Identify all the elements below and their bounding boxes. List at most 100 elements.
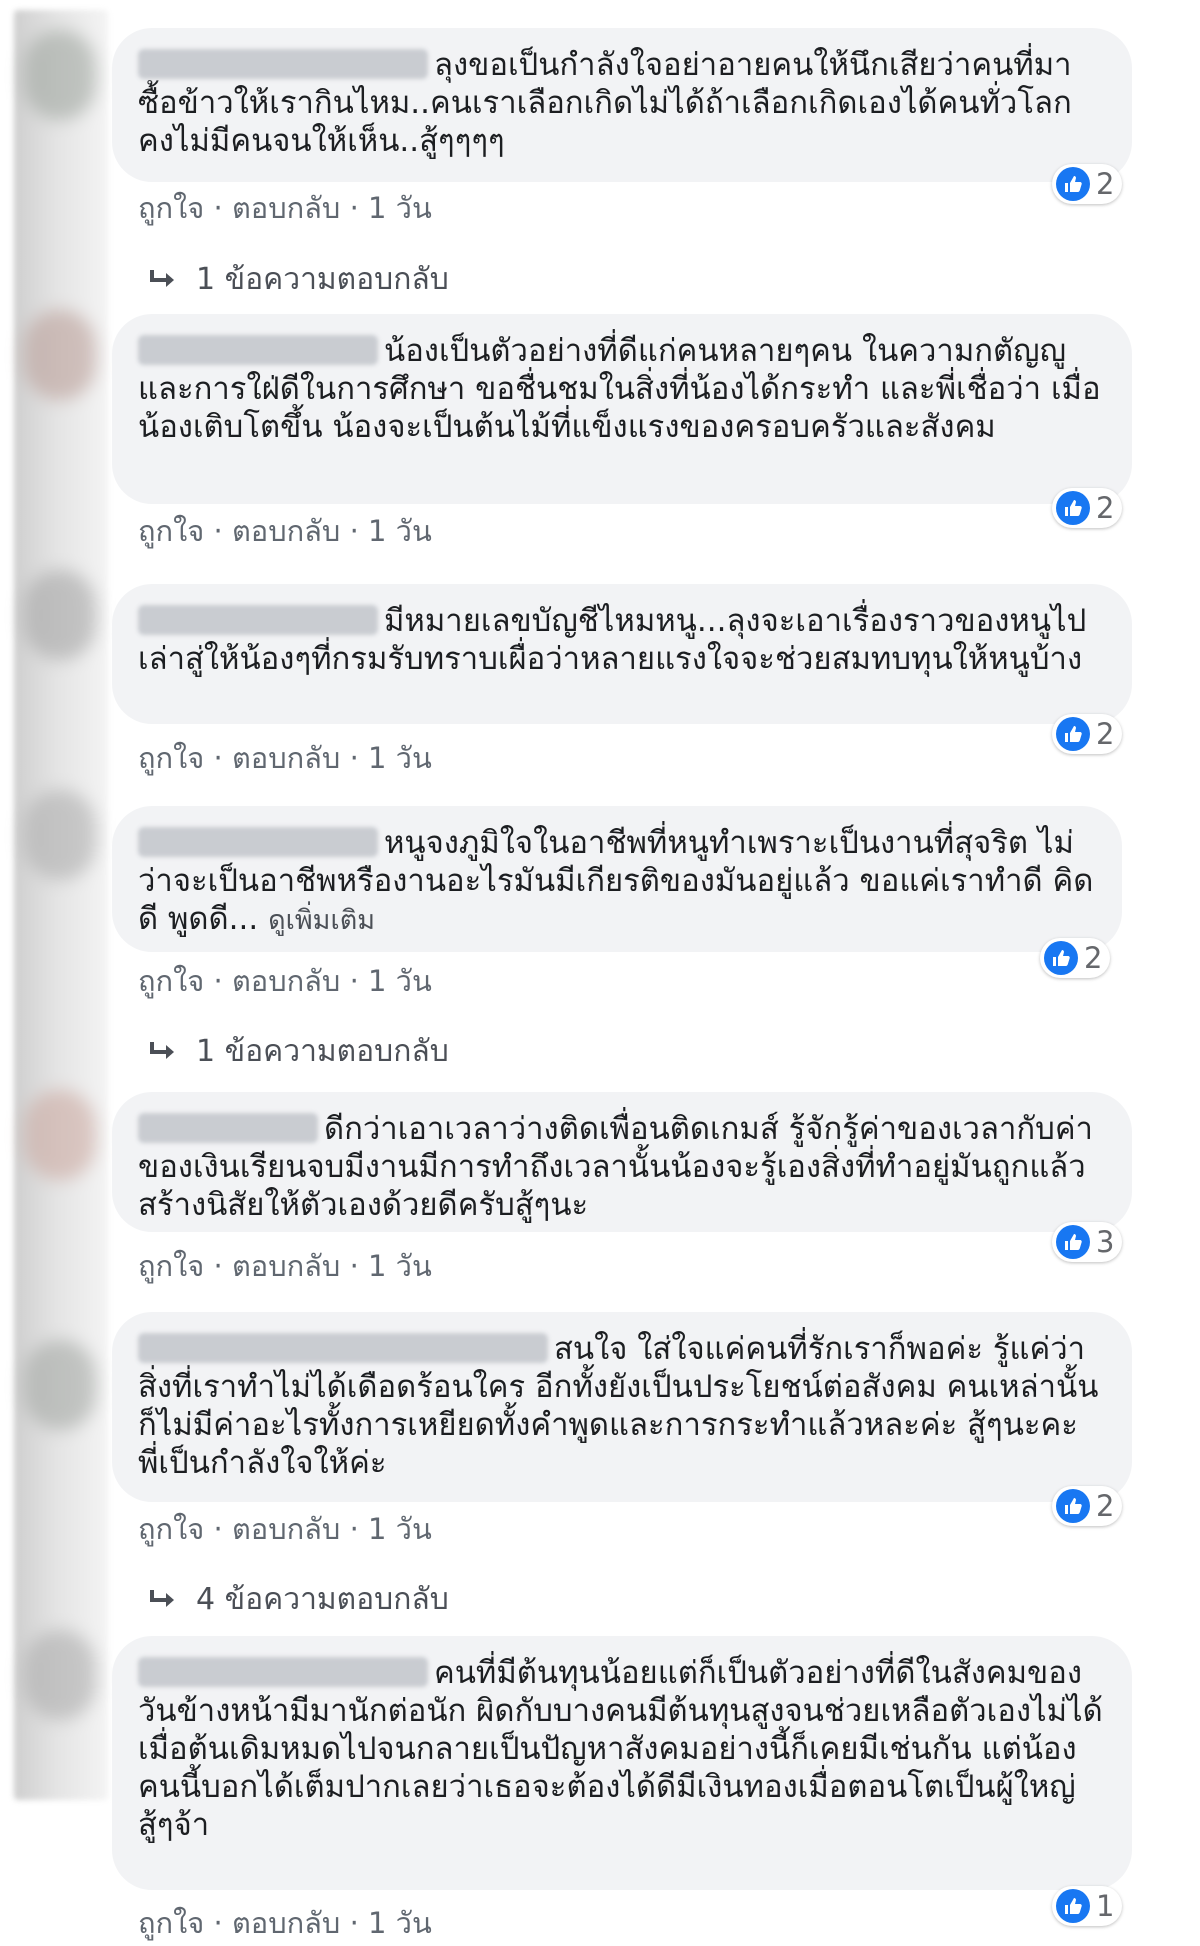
reaction-summary[interactable]: 2 (1052, 488, 1123, 528)
comment-bubble: คนที่มีต้นทุนน้อยแต่ก็เป็นตัวอย่างที่ดีใ… (112, 1636, 1132, 1890)
comment-text: มีหมายเลขบัญชีไหมหนู...ลุงจะเอาเรื่องราว… (138, 602, 1106, 678)
separator: · (349, 514, 359, 548)
view-replies-link[interactable]: 1 ข้อความตอบกลับ (150, 1028, 449, 1075)
comment-bubble: น้องเป็นตัวอย่างที่ดีแก่คนหลายๆคน ในความ… (112, 314, 1132, 504)
reaction-summary[interactable]: 3 (1052, 1222, 1123, 1262)
reaction-count: 3 (1096, 1225, 1115, 1259)
separator: · (349, 1249, 359, 1283)
see-more-link[interactable]: ดูเพิ่มเติม (268, 905, 375, 936)
reply-link[interactable]: ตอบกลับ (232, 1512, 340, 1546)
comment-text: ดีกว่าเอาเวลาว่างติดเพื่อนติดเกมส์ รู้จั… (138, 1110, 1106, 1224)
timestamp[interactable]: 1 วัน (368, 741, 432, 775)
like-icon (1044, 941, 1078, 975)
reaction-summary[interactable]: 2 (1052, 164, 1123, 204)
timestamp[interactable]: 1 วัน (368, 964, 432, 998)
reaction-summary[interactable]: 2 (1052, 1486, 1123, 1526)
view-replies-link[interactable]: 4 ข้อความตอบกลับ (150, 1576, 449, 1623)
separator: · (349, 1906, 359, 1940)
reaction-count: 2 (1096, 717, 1115, 751)
author-name-blurred[interactable] (138, 605, 378, 635)
separator: · (213, 1249, 223, 1283)
author-name-blurred[interactable] (138, 335, 378, 365)
comment-actions: ถูกใจ · ตอบกลับ · 1 วัน (138, 508, 432, 554)
reaction-summary[interactable]: 2 (1040, 938, 1111, 978)
comment-bubble: สนใจ ใส่ใจแค่คนที่รักเราก็พอค่ะ รู้แค่ว่… (112, 1312, 1132, 1502)
reply-arrow-icon (150, 269, 174, 287)
separator: · (213, 1906, 223, 1940)
like-link[interactable]: ถูกใจ (138, 191, 204, 225)
comment-bubble: ดีกว่าเอาเวลาว่างติดเพื่อนติดเกมส์ รู้จั… (112, 1092, 1132, 1232)
like-icon (1056, 1225, 1090, 1259)
comment-text: หนูจงภูมิใจในอาชีพที่หนูทำเพราะเป็นงานที… (138, 824, 1096, 940)
author-name-blurred[interactable] (138, 827, 378, 857)
comment-actions: ถูกใจ · ตอบกลับ · 1 วัน (138, 958, 432, 1004)
reply-link[interactable]: ตอบกลับ (232, 964, 340, 998)
comment-actions: ถูกใจ · ตอบกลับ · 1 วัน (138, 1900, 432, 1946)
replies-count: 4 ข้อความตอบกลับ (196, 1582, 449, 1617)
comment-text: ลุงขอเป็นกำลังใจอย่าอายคนให้นึกเสียว่าคน… (138, 46, 1106, 160)
avatar (24, 1340, 96, 1430)
timestamp[interactable]: 1 วัน (368, 1906, 432, 1940)
reply-arrow-icon (150, 1589, 174, 1607)
comment-actions: ถูกใจ · ตอบกลับ · 1 วัน (138, 185, 432, 231)
view-replies-link[interactable]: 1 ข้อความตอบกลับ (150, 256, 449, 303)
separator: · (349, 191, 359, 225)
like-icon (1056, 1889, 1090, 1923)
replies-count: 1 ข้อความตอบกลับ (196, 262, 449, 297)
reaction-summary[interactable]: 1 (1052, 1886, 1123, 1926)
comment-actions: ถูกใจ · ตอบกลับ · 1 วัน (138, 735, 432, 781)
separator: · (349, 1512, 359, 1546)
author-name-blurred[interactable] (138, 1333, 548, 1363)
blurred-avatar-column (14, 10, 108, 1800)
avatar (24, 1630, 96, 1720)
separator: · (349, 964, 359, 998)
comment-text: น้องเป็นตัวอย่างที่ดีแก่คนหลายๆคน ในความ… (138, 332, 1106, 446)
reaction-count: 2 (1096, 491, 1115, 525)
reply-link[interactable]: ตอบกลับ (232, 191, 340, 225)
separator: · (213, 1512, 223, 1546)
comment-actions: ถูกใจ · ตอบกลับ · 1 วัน (138, 1506, 432, 1552)
reply-link[interactable]: ตอบกลับ (232, 741, 340, 775)
timestamp[interactable]: 1 วัน (368, 1249, 432, 1283)
separator: · (213, 514, 223, 548)
like-link[interactable]: ถูกใจ (138, 1512, 204, 1546)
reply-link[interactable]: ตอบกลับ (232, 1249, 340, 1283)
timestamp[interactable]: 1 วัน (368, 514, 432, 548)
reply-link[interactable]: ตอบกลับ (232, 1906, 340, 1940)
separator: · (349, 741, 359, 775)
comment-actions: ถูกใจ · ตอบกลับ · 1 วัน (138, 1243, 432, 1289)
reply-link[interactable]: ตอบกลับ (232, 514, 340, 548)
comment-bubble: มีหมายเลขบัญชีไหมหนู...ลุงจะเอาเรื่องราว… (112, 584, 1132, 724)
replies-count: 1 ข้อความตอบกลับ (196, 1034, 449, 1069)
author-name-blurred[interactable] (138, 49, 428, 79)
like-link[interactable]: ถูกใจ (138, 964, 204, 998)
reaction-summary[interactable]: 2 (1052, 714, 1123, 754)
author-name-blurred[interactable] (138, 1113, 318, 1143)
separator: · (213, 964, 223, 998)
like-link[interactable]: ถูกใจ (138, 741, 204, 775)
reply-arrow-icon (150, 1041, 174, 1059)
comment-bubble: ลุงขอเป็นกำลังใจอย่าอายคนให้นึกเสียว่าคน… (112, 28, 1132, 182)
reaction-count: 2 (1096, 1489, 1115, 1523)
author-name-blurred[interactable] (138, 1657, 428, 1687)
like-icon (1056, 491, 1090, 525)
like-link[interactable]: ถูกใจ (138, 514, 204, 548)
like-link[interactable]: ถูกใจ (138, 1249, 204, 1283)
separator: · (213, 191, 223, 225)
timestamp[interactable]: 1 วัน (368, 1512, 432, 1546)
avatar (24, 30, 96, 120)
like-icon (1056, 1489, 1090, 1523)
reaction-count: 1 (1096, 1889, 1115, 1923)
avatar (24, 570, 96, 660)
separator: · (213, 741, 223, 775)
comment-text: คนที่มีต้นทุนน้อยแต่ก็เป็นตัวอย่างที่ดีใ… (138, 1654, 1106, 1844)
comment-text: สนใจ ใส่ใจแค่คนที่รักเราก็พอค่ะ รู้แค่ว่… (138, 1330, 1106, 1482)
reaction-count: 2 (1096, 167, 1115, 201)
like-icon (1056, 167, 1090, 201)
comment-bubble: หนูจงภูมิใจในอาชีพที่หนูทำเพราะเป็นงานที… (112, 806, 1122, 952)
avatar (24, 310, 96, 400)
avatar (24, 1090, 96, 1180)
timestamp[interactable]: 1 วัน (368, 191, 432, 225)
avatar (24, 790, 96, 880)
like-link[interactable]: ถูกใจ (138, 1906, 204, 1940)
